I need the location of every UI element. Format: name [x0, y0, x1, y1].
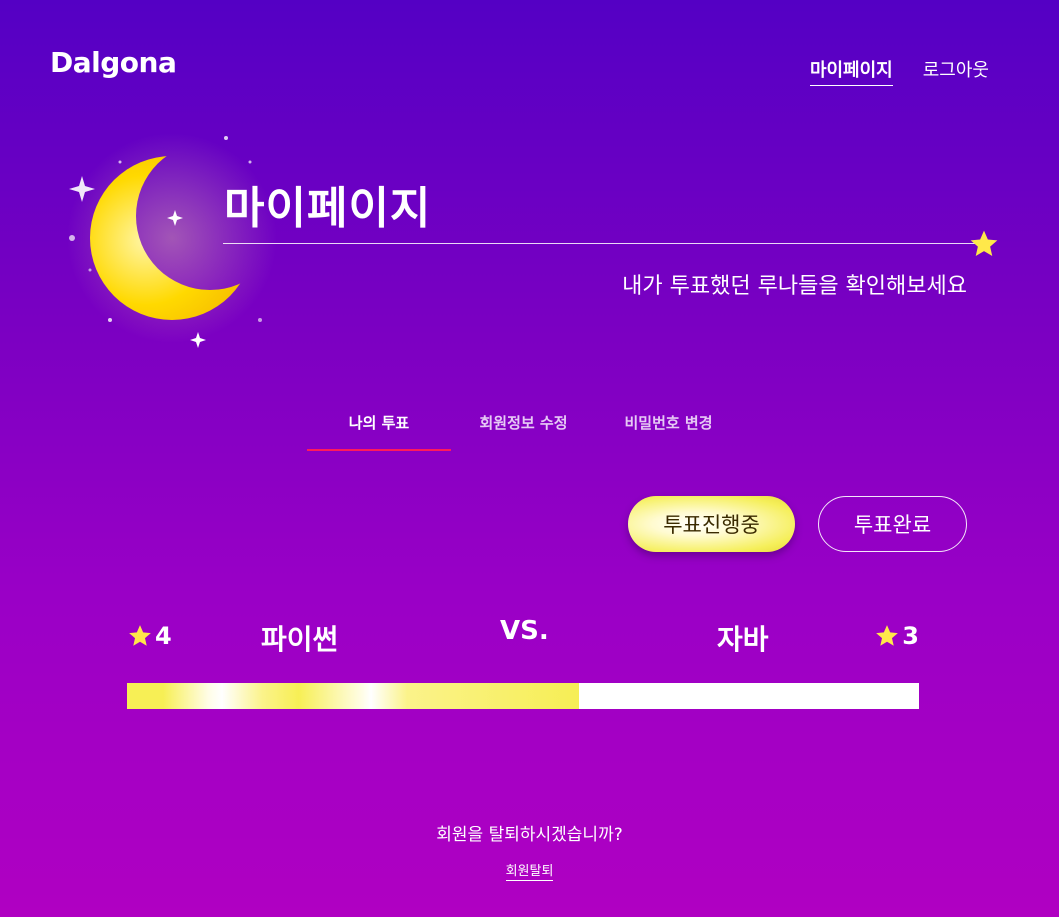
in-progress-filter-button[interactable]: 투표진행중 — [628, 496, 795, 552]
vote-card[interactable]: 4 파이썬 VS. 자바 3 — [127, 616, 919, 660]
crescent-moon-icon — [50, 120, 290, 360]
star-icon — [129, 625, 151, 646]
top-nav: 마이페이지 로그아웃 — [809, 56, 989, 86]
right-vote-count: 3 — [902, 622, 919, 650]
tab-edit-profile[interactable]: 회원정보 수정 — [451, 412, 596, 449]
nav-mypage-link[interactable]: 마이페이지 — [809, 56, 893, 86]
left-score: 4 — [127, 622, 172, 650]
completed-filter-button[interactable]: 투표완료 — [818, 496, 967, 552]
right-score: 3 — [874, 622, 919, 650]
logo[interactable]: Dalgona — [50, 46, 177, 79]
tab-change-password[interactable]: 비밀번호 변경 — [596, 412, 741, 449]
page-title: 마이페이지 — [224, 183, 432, 234]
page-subtitle: 내가 투표했던 루나들을 확인해보세요 — [622, 274, 967, 299]
vote-ratio-fill — [127, 683, 580, 709]
star-icon — [876, 625, 899, 646]
mypage-tabs: 나의 투표 회원정보 수정 비밀번호 변경 — [307, 412, 741, 451]
vote-ratio-bar — [127, 683, 919, 709]
vs-label: VS. — [500, 616, 549, 646]
title-divider — [223, 243, 981, 244]
tab-my-votes[interactable]: 나의 투표 — [307, 412, 451, 451]
withdraw-link[interactable]: 회원탈퇴 — [505, 864, 554, 881]
withdraw-link-wrapper: 회원탈퇴 — [0, 860, 1059, 881]
star-icon — [968, 228, 1000, 260]
left-vote-count: 4 — [155, 622, 172, 650]
right-option-label: 자바 — [717, 623, 769, 656]
nav-logout-link[interactable]: 로그아웃 — [923, 56, 989, 86]
left-option-label: 파이썬 — [261, 623, 339, 656]
withdraw-question: 회원을 탈퇴하시겠습니까? — [436, 825, 623, 845]
